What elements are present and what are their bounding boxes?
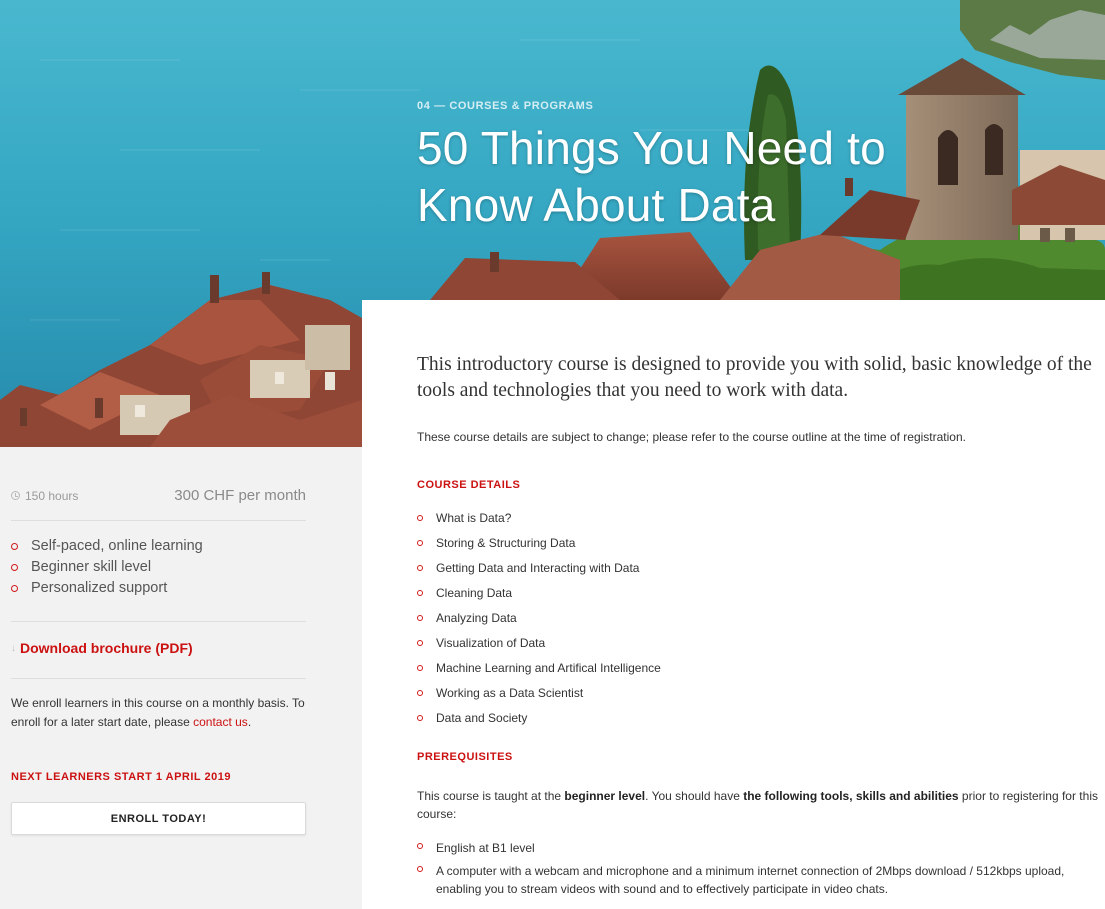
bullet-circle-icon <box>11 543 18 550</box>
feature-text: Personalized support <box>31 580 168 596</box>
detail-text: Working as a Data Scientist <box>436 686 584 700</box>
enroll-note: We enroll learners in this course on a m… <box>11 694 309 732</box>
bullet-circle-icon <box>417 843 423 849</box>
prerequisites-heading: PREREQUISITES <box>417 751 513 763</box>
course-sidebar: 150 hours 300 CHF per month Self-paced, … <box>0 447 362 909</box>
feature-text: Beginner skill level <box>31 559 152 575</box>
divider <box>11 678 306 679</box>
enroll-button[interactable]: ENROLL TODAY! <box>11 802 306 835</box>
bullet-circle-icon <box>11 564 18 571</box>
prereq-item-text: English at B1 level <box>436 841 535 855</box>
bullet-circle-icon <box>11 585 18 592</box>
contact-us-link[interactable]: contact us <box>193 715 248 729</box>
enroll-note-end: . <box>247 715 252 729</box>
download-brochure-label: Download brochure (PDF) <box>20 640 193 656</box>
hero-text: 04 — COURSES & PROGRAMS 50 Things You Ne… <box>417 100 1057 234</box>
list-item: What is Data? <box>417 511 661 536</box>
prereq-emphasis: beginner level <box>564 789 646 803</box>
bullet-circle-icon <box>417 515 423 521</box>
list-item: Beginner skill level <box>11 557 203 578</box>
prereq-text: This course is taught at the <box>417 789 565 803</box>
detail-text: Storing & Structuring Data <box>436 536 576 550</box>
list-item: Visualization of Data <box>417 636 661 661</box>
course-meta: 150 hours 300 CHF per month <box>11 487 306 504</box>
course-details-list: What is Data? Storing & Structuring Data… <box>417 511 661 736</box>
prerequisites-intro: This course is taught at the beginner le… <box>417 787 1105 823</box>
disclaimer: These course details are subject to chan… <box>417 430 966 444</box>
duration: 150 hours <box>11 489 78 503</box>
list-item: Personalized support <box>11 578 203 599</box>
course-intro: This introductory course is designed to … <box>417 352 1105 404</box>
bullet-circle-icon <box>417 715 423 721</box>
prerequisites-list: English at B1 level A computer with a we… <box>417 839 1067 903</box>
list-item: Cleaning Data <box>417 586 661 611</box>
list-item: Storing & Structuring Data <box>417 536 661 561</box>
detail-text: Visualization of Data <box>436 636 546 650</box>
divider <box>11 520 306 521</box>
duration-text: 150 hours <box>25 488 79 503</box>
bullet-circle-icon <box>417 665 423 671</box>
enroll-note-text: We enroll learners in this course on a m… <box>11 696 305 729</box>
detail-text: Machine Learning and Artifical Intellige… <box>436 661 661 675</box>
list-item: A computer with a webcam and microphone … <box>417 862 1067 898</box>
bullet-circle-icon <box>417 690 423 696</box>
prereq-item-text: A computer with a webcam and microphone … <box>436 864 1065 896</box>
bullet-circle-icon <box>417 615 423 621</box>
bullet-circle-icon <box>417 540 423 546</box>
list-item: Working as a Data Scientist <box>417 686 661 711</box>
feature-list: Self-paced, online learning Beginner ski… <box>11 536 203 599</box>
intro-line-1: This introductory course is designed to … <box>417 354 1092 375</box>
bullet-circle-icon <box>417 565 423 571</box>
course-details-heading: COURSE DETAILS <box>417 479 521 491</box>
detail-text: What is Data? <box>436 511 512 525</box>
page-title-line-1: 50 Things You Need to <box>417 122 886 174</box>
list-item: Getting Data and Interacting with Data <box>417 561 661 586</box>
list-item: Machine Learning and Artifical Intellige… <box>417 661 661 686</box>
detail-text: Analyzing Data <box>436 611 517 625</box>
bullet-circle-icon <box>417 590 423 596</box>
clock-icon <box>11 491 20 500</box>
next-start-notice: NEXT LEARNERS START 1 APRIL 2019 <box>11 771 231 783</box>
list-item: Data and Society <box>417 711 661 736</box>
list-item: Analyzing Data <box>417 611 661 636</box>
detail-text: Getting Data and Interacting with Data <box>436 561 640 575</box>
prereq-emphasis: the following tools, skills and abilitie… <box>743 789 959 803</box>
download-arrow-icon: ↓ <box>11 642 16 654</box>
detail-text: Cleaning Data <box>436 586 513 600</box>
price: 300 CHF per month <box>174 487 306 504</box>
intro-line-2: tools and technologies that you need to … <box>417 380 849 401</box>
download-brochure-link[interactable]: ↓ Download brochure (PDF) <box>11 640 193 656</box>
divider <box>11 621 306 622</box>
prereq-text: . You should have <box>645 789 744 803</box>
page-title-line-2: Know About Data <box>417 179 776 231</box>
list-item: Self-paced, online learning <box>11 536 203 557</box>
course-content: This introductory course is designed to … <box>362 300 1105 909</box>
section-eyebrow: 04 — COURSES & PROGRAMS <box>417 100 594 112</box>
detail-text: Data and Society <box>436 711 528 725</box>
bullet-circle-icon <box>417 866 423 872</box>
list-item: English at B1 level <box>417 839 1067 857</box>
bullet-circle-icon <box>417 640 423 646</box>
feature-text: Self-paced, online learning <box>31 538 203 554</box>
page-title: 50 Things You Need to Know About Data <box>417 120 1057 234</box>
